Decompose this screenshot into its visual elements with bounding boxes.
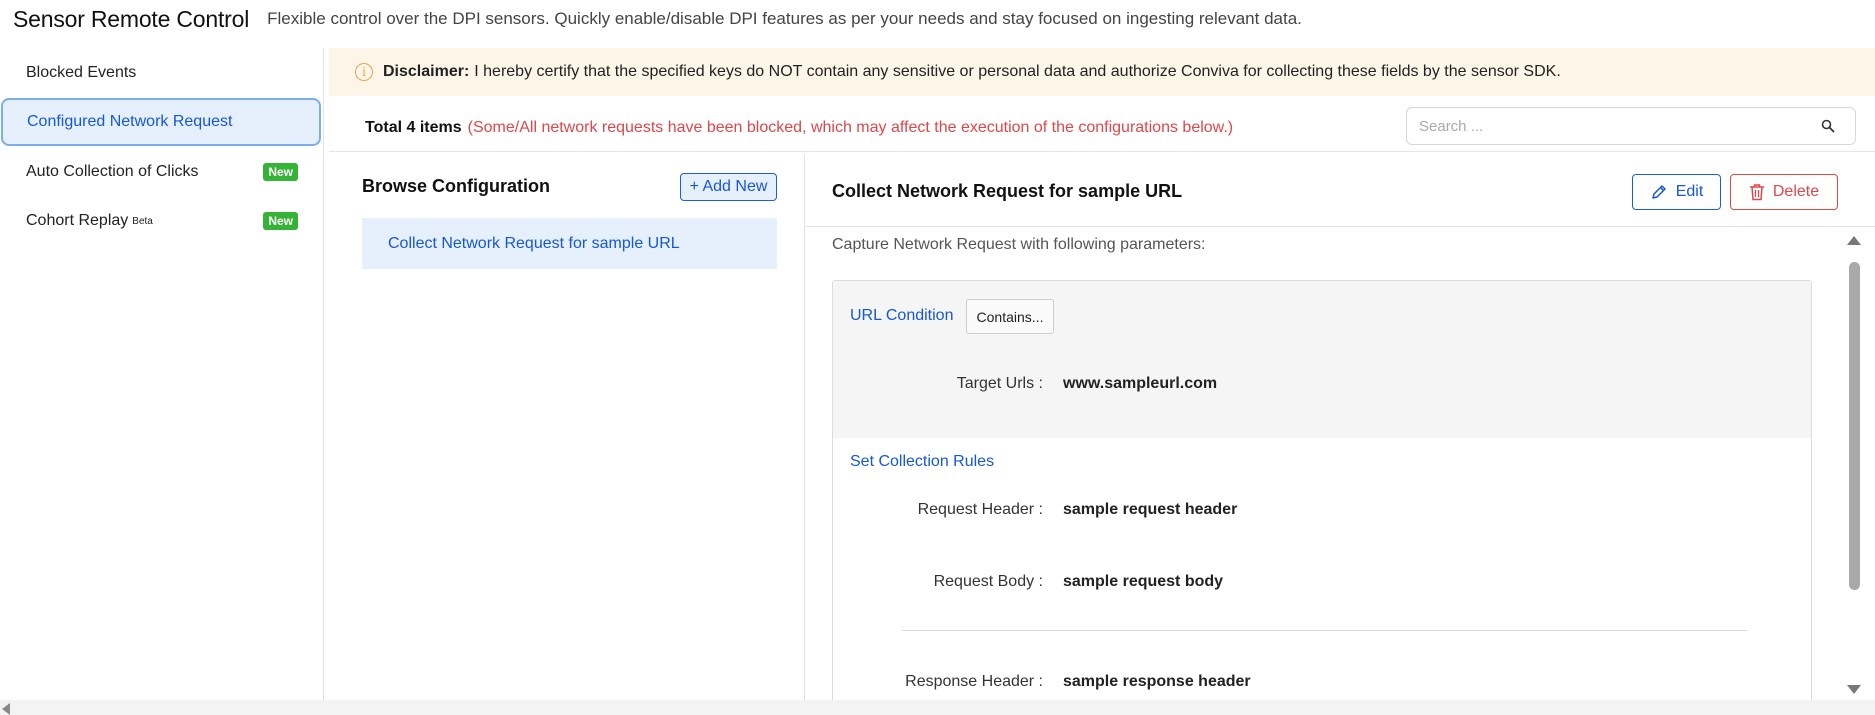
- scroll-up-arrow-icon[interactable]: [1847, 236, 1861, 245]
- info-icon: i: [355, 63, 373, 81]
- disclaimer-label: Disclaimer:: [383, 63, 470, 80]
- response-header-label-text: Response Header: [905, 673, 1035, 690]
- url-operator-select[interactable]: Contains...: [966, 299, 1054, 334]
- request-body-value: sample request body: [1063, 573, 1224, 590]
- new-badge: New: [263, 212, 298, 230]
- sidebar-item-label: Blocked Events: [26, 64, 137, 81]
- parameters-card: URL Condition Contains... Target Urls : …: [832, 280, 1812, 700]
- pencil-icon: [1651, 185, 1666, 199]
- response-header-value: sample response header: [1063, 673, 1251, 690]
- total-suffix: items: [419, 118, 462, 136]
- total-prefix: Total: [365, 118, 403, 136]
- capture-label: Capture Network Request with following p…: [832, 236, 1206, 253]
- sidebar-item-label: Auto Collection of Clicks: [26, 163, 199, 180]
- total-count: 4: [406, 118, 416, 136]
- delete-button[interactable]: Delete: [1730, 174, 1838, 210]
- page-title: Sensor Remote Control: [13, 5, 250, 32]
- url-condition-section: URL Condition Contains... Target Urls : …: [833, 281, 1811, 438]
- detail-header: Collect Network Request for sample URL E…: [806, 154, 1875, 227]
- disclaimer-text: I hereby certify that the specified keys…: [474, 63, 1561, 80]
- browse-title: Browse Configuration: [362, 176, 550, 196]
- target-urls-label-text: Target Urls: [956, 375, 1035, 392]
- edit-label: Edit: [1675, 183, 1704, 200]
- add-new-button[interactable]: + Add New: [680, 173, 777, 201]
- disclaimer-banner: i Disclaimer: I hereby certify that the …: [329, 48, 1875, 96]
- scroll-down-arrow-icon[interactable]: [1847, 685, 1861, 694]
- detail-title: Collect Network Request for sample URL: [832, 181, 1183, 201]
- scrollbar-thumb[interactable]: [1849, 262, 1860, 590]
- request-header-value: sample request header: [1063, 501, 1238, 518]
- delete-label: Delete: [1772, 183, 1820, 200]
- response-header-label: Response Header :: [905, 673, 1043, 690]
- page-header: Sensor Remote Control Flexible control o…: [0, 0, 1875, 38]
- detail-body: Capture Network Request with following p…: [806, 228, 1848, 700]
- blocked-warning: (Some/All network requests have been blo…: [467, 118, 1234, 136]
- page-subtitle: Flexible control over the DPI sensors. Q…: [267, 9, 1302, 28]
- config-list-item[interactable]: Collect Network Request for sample URL: [362, 218, 777, 269]
- search-input[interactable]: Search ...: [1406, 107, 1856, 145]
- new-badge: New: [263, 163, 298, 181]
- horizontal-scrollbar[interactable]: [0, 700, 1875, 715]
- sidebar-item-auto-collection-of-clicks[interactable]: Auto Collection of Clicks New: [0, 148, 320, 196]
- target-urls-value: www.sampleurl.com: [1063, 375, 1218, 392]
- sidebar: Blocked Events Configured Network Reques…: [0, 48, 324, 700]
- request-header-label-text: Request Header: [917, 501, 1035, 518]
- collection-rules-title: Set Collection Rules: [850, 453, 995, 470]
- trash-icon: [1749, 184, 1764, 201]
- request-body-label-text: Request Body: [933, 573, 1035, 590]
- request-header-label: Request Header :: [917, 501, 1043, 518]
- scroll-left-arrow-icon[interactable]: [2, 703, 10, 715]
- divider: [902, 630, 1747, 631]
- sidebar-item-configured-network-request[interactable]: Configured Network Request: [1, 98, 321, 146]
- sidebar-item-cohort-replay[interactable]: Cohort Replay Beta New: [0, 197, 320, 245]
- browse-configuration-panel: Browse Configuration + Add New Collect N…: [329, 154, 805, 700]
- edit-button[interactable]: Edit: [1632, 174, 1721, 210]
- url-condition-title: URL Condition: [850, 307, 954, 324]
- request-body-label: Request Body :: [933, 573, 1043, 590]
- sidebar-item-label: Configured Network Request: [27, 113, 233, 130]
- search-placeholder: Search ...: [1419, 117, 1484, 135]
- target-urls-label: Target Urls :: [956, 375, 1043, 392]
- beta-label: Beta: [132, 215, 153, 227]
- sidebar-item-blocked-events[interactable]: Blocked Events: [0, 49, 320, 97]
- sidebar-item-label: Cohort Replay: [26, 212, 129, 229]
- search-icon[interactable]: [1821, 119, 1835, 133]
- total-items: Total 4 items: [365, 119, 462, 137]
